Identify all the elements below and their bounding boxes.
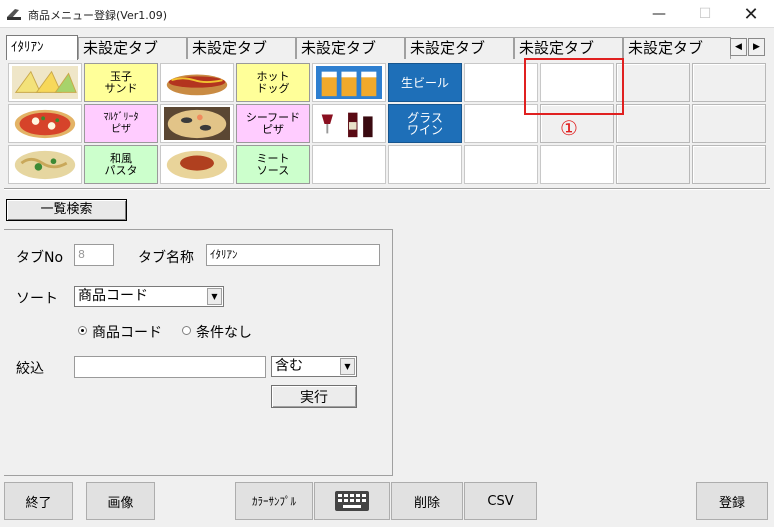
maximize-button[interactable]: ☐ <box>682 0 728 28</box>
tab-scroll-right-icon[interactable]: ▶ <box>748 38 765 56</box>
menu-slot-empty[interactable] <box>692 145 766 184</box>
menu-item-meat-sauce[interactable]: ミート ソース <box>236 145 310 184</box>
pizza-image <box>12 107 78 140</box>
tab-unset-2[interactable]: 未設定タブ <box>187 37 296 59</box>
menu-item-hotdog[interactable]: ホット ドッグ <box>236 63 310 102</box>
menu-item-label: グラス ワイン <box>406 110 443 137</box>
menu-grid: 玉子 サンド ホット ドッグ 生ビール ﾏﾙｹﾞﾘｰﾀ ピザ シーフード ピザ … <box>8 62 768 186</box>
filter-label: 絞込 <box>16 361 44 377</box>
divider <box>4 188 770 190</box>
match-select-value: 含む <box>275 358 303 374</box>
radio-no-condition[interactable] <box>182 326 191 335</box>
image-button[interactable]: 画像 <box>86 482 155 520</box>
filter-input[interactable] <box>74 356 266 378</box>
app-window: 商品メニュー登録(Ver1.09) — ☐ ✕ ｲﾀﾘｱﾝ 未設定タブ 未設定タ… <box>0 0 774 527</box>
tab-name-field[interactable]: ｲﾀﾘｱﾝ <box>206 244 380 266</box>
menu-item-label: ﾏﾙｹﾞﾘｰﾀ ピザ <box>103 111 139 135</box>
tab-name-label: タブ名称 <box>138 250 194 266</box>
tab-settings-panel: タブNo 8 タブ名称 ｲﾀﾘｱﾝ ソート 商品コード ▼ 商品コード 条件なし… <box>4 229 393 476</box>
menu-item-label: 生ビール <box>400 75 449 90</box>
execute-button[interactable]: 実行 <box>271 385 357 408</box>
menu-item-margherita-pizza[interactable]: ﾏﾙｹﾞﾘｰﾀ ピザ <box>84 104 158 143</box>
tab-italian[interactable]: ｲﾀﾘｱﾝ <box>6 35 78 60</box>
menu-slot-empty[interactable] <box>388 145 462 184</box>
list-search-button[interactable]: 一覧検索 <box>6 199 127 221</box>
menu-item-beer-photo[interactable] <box>312 63 386 102</box>
radio-product-code-label: 商品コード <box>92 325 162 341</box>
tab-scroll-left-icon[interactable]: ◀ <box>730 38 747 56</box>
tab-unset-5[interactable]: 未設定タブ <box>514 37 623 59</box>
radio-product-code[interactable] <box>78 326 87 335</box>
exit-button[interactable]: 終了 <box>4 482 73 520</box>
menu-item-label: 玉子 サンド <box>104 69 138 95</box>
tab-unset-4[interactable]: 未設定タブ <box>405 37 514 59</box>
menu-slot-empty[interactable] <box>692 104 766 143</box>
menu-slot-empty[interactable] <box>312 145 386 184</box>
chevron-down-icon[interactable]: ▼ <box>207 288 222 305</box>
menu-slot-empty[interactable] <box>616 104 690 143</box>
chevron-down-icon[interactable]: ▼ <box>340 358 355 375</box>
menu-item-draft-beer[interactable]: 生ビール <box>388 63 462 102</box>
tab-strip: ｲﾀﾘｱﾝ 未設定タブ 未設定タブ 未設定タブ 未設定タブ 未設定タブ 未設定タ… <box>4 35 774 61</box>
tab-unset-3[interactable]: 未設定タブ <box>296 37 405 59</box>
menu-item-label: 和風 パスタ <box>104 151 138 177</box>
radio-no-condition-label: 条件なし <box>196 325 252 341</box>
match-select[interactable]: 含む ▼ <box>271 356 357 377</box>
csv-button[interactable]: CSV <box>464 482 537 520</box>
menu-item-glass-wine[interactable]: グラス ワイン <box>388 104 462 143</box>
tab-no-field[interactable]: 8 <box>74 244 114 266</box>
menu-item-label: ミート ソース <box>256 151 290 177</box>
sort-select[interactable]: 商品コード ▼ <box>74 286 224 307</box>
menu-item-wafu-pasta[interactable]: 和風 パスタ <box>84 145 158 184</box>
annotation-number: ① <box>560 116 578 140</box>
hotdog-image <box>164 66 230 99</box>
beer-image <box>316 66 382 99</box>
menu-slot-empty[interactable] <box>464 145 538 184</box>
seafood-pizza-image <box>164 107 230 140</box>
wine-image <box>316 107 382 140</box>
tab-unset-1[interactable]: 未設定タブ <box>78 37 187 59</box>
menu-slot-empty[interactable] <box>692 63 766 102</box>
keyboard-icon <box>335 491 369 511</box>
close-button[interactable]: ✕ <box>728 0 774 28</box>
title-bar: 商品メニュー登録(Ver1.09) — ☐ ✕ <box>0 0 774 28</box>
tab-no-label: タブNo <box>16 250 64 266</box>
menu-item-wine-photo[interactable] <box>312 104 386 143</box>
menu-slot-empty[interactable] <box>616 63 690 102</box>
tab-unset-6[interactable]: 未設定タブ <box>623 37 731 59</box>
sort-label: ソート <box>16 291 58 307</box>
sandwich-image <box>12 66 78 99</box>
menu-item-meat-sauce-photo[interactable] <box>160 145 234 184</box>
menu-item-egg-sandwich[interactable]: 玉子 サンド <box>84 63 158 102</box>
window-title: 商品メニュー登録(Ver1.09) <box>28 9 168 22</box>
menu-item-seafood-pizza[interactable]: シーフード ピザ <box>236 104 310 143</box>
menu-item-seafood-photo[interactable] <box>160 104 234 143</box>
pasta-image <box>12 148 78 181</box>
register-button[interactable]: 登録 <box>696 482 768 520</box>
color-sample-button[interactable]: ｶﾗｰｻﾝﾌﾟﾙ <box>235 482 313 520</box>
menu-item-margherita-photo[interactable] <box>8 104 82 143</box>
menu-slot-empty[interactable] <box>616 145 690 184</box>
menu-item-hotdog-photo[interactable] <box>160 63 234 102</box>
keyboard-button[interactable] <box>314 482 390 520</box>
sort-select-value: 商品コード <box>78 288 148 304</box>
menu-slot-empty[interactable] <box>540 145 614 184</box>
menu-item-label: ホット ドッグ <box>256 69 290 95</box>
app-icon <box>7 9 21 20</box>
menu-item-wafu-pasta-photo[interactable] <box>8 145 82 184</box>
annotation-highlight-box <box>524 58 624 115</box>
minimize-button[interactable]: — <box>636 0 682 28</box>
menu-item-label: シーフード ピザ <box>245 110 301 136</box>
menu-item-sandwich-photo[interactable] <box>8 63 82 102</box>
meat-sauce-image <box>164 148 230 181</box>
delete-button[interactable]: 削除 <box>391 482 463 520</box>
